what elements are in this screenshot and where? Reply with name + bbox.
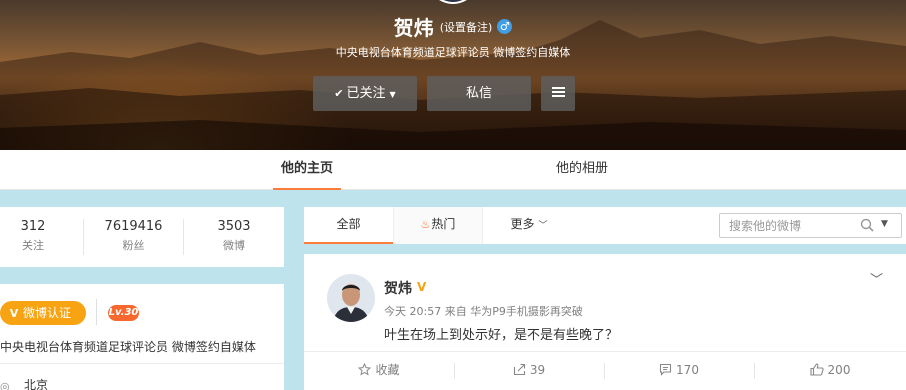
post-meta[interactable]: 今天 20:57 来自 华为P9手机摄影再突破 bbox=[384, 303, 583, 319]
stat-followers[interactable]: 7619416 粉丝 bbox=[84, 207, 183, 267]
chevron-down-icon: ﹀ bbox=[538, 221, 548, 231]
more-menu-button[interactable] bbox=[541, 76, 575, 111]
stat-followers-label: 粉丝 bbox=[122, 239, 145, 252]
like-button[interactable]: 200 bbox=[754, 352, 906, 390]
stat-followers-count: 7619416 bbox=[104, 219, 163, 234]
feed-filter-bar: 全部 ♨热门 更多﹀ ▼ bbox=[304, 207, 906, 244]
verified-v-icon: V bbox=[9, 307, 19, 320]
like-count: 200 bbox=[827, 363, 851, 377]
verified-label: 微博认证 bbox=[23, 306, 72, 320]
author-portrait-image bbox=[327, 274, 375, 322]
comment-icon bbox=[659, 363, 672, 376]
star-icon bbox=[358, 362, 372, 376]
stat-following[interactable]: 312 关注 bbox=[0, 207, 66, 267]
caret-down-icon: ▼ bbox=[389, 90, 396, 99]
search-icon[interactable] bbox=[860, 218, 874, 232]
filter-tab-more[interactable]: 更多 ﹀ bbox=[494, 207, 564, 244]
verified-description: 中央电视台体育频道足球评论员 微博签约自媒体 bbox=[0, 340, 256, 354]
profile-name: 贺炜 bbox=[393, 16, 434, 40]
check-icon: ✔ bbox=[334, 87, 344, 100]
location-icon: ◎ bbox=[0, 380, 10, 390]
post-menu-chevron-icon[interactable]: ﹀ bbox=[870, 269, 883, 288]
weibo-verified-badge[interactable]: V 微博认证 bbox=[0, 301, 86, 325]
tab-home[interactable]: 他的主页 bbox=[273, 150, 341, 190]
comment-button[interactable]: 170 bbox=[604, 352, 754, 390]
favorite-label: 收藏 bbox=[375, 363, 400, 377]
filter-tab-hot[interactable]: ♨热门 bbox=[393, 207, 483, 244]
filter-tab-all[interactable]: 全部 bbox=[304, 207, 393, 244]
info-separator bbox=[0, 363, 284, 364]
filter-tab-more-label: 更多 bbox=[510, 217, 535, 231]
feed-search-box: ▼ bbox=[719, 213, 902, 238]
profile-tab-bar: 他的主页 他的相册 bbox=[0, 150, 906, 190]
forward-icon bbox=[513, 363, 525, 375]
profile-stats: 312 关注 7619416 粉丝 3503 微博 bbox=[0, 207, 284, 267]
profile-cover: 贺炜 (设置备注) ♂ 中央电视台体育频道足球评论员 微博签约自媒体 ✔ 已关注 ▼ 私… bbox=[0, 0, 906, 150]
location-text: 北京 bbox=[24, 378, 49, 390]
forward-count: 39 bbox=[529, 363, 546, 377]
comment-count: 170 bbox=[676, 363, 699, 377]
profile-name-line: 贺炜 (设置备注) ♂ bbox=[0, 12, 906, 41]
stat-posts[interactable]: 3503 微博 bbox=[184, 207, 284, 267]
stat-following-count: 312 bbox=[20, 219, 46, 234]
hamburger-icon bbox=[551, 85, 565, 99]
verified-v-icon[interactable]: V bbox=[417, 280, 426, 294]
followed-label: 已关注 bbox=[346, 86, 386, 101]
male-gender-icon: ♂ bbox=[497, 19, 513, 34]
set-remark-link[interactable]: (设置备注) bbox=[440, 21, 493, 34]
post-author-avatar[interactable] bbox=[327, 274, 375, 322]
profile-info-box: V 微博认证 Lv.30 中央电视台体育频道足球评论员 微博签约自媒体 ◎ 北京 bbox=[0, 284, 284, 390]
stat-posts-label: 微博 bbox=[223, 239, 245, 252]
tab-album[interactable]: 他的相册 bbox=[548, 150, 616, 190]
flame-icon: ♨ bbox=[420, 218, 431, 231]
post-action-bar: 收藏 39 170 200 bbox=[304, 351, 906, 390]
user-level-badge[interactable]: Lv.30 bbox=[108, 305, 139, 321]
profile-intro: 中央电视台体育频道足球评论员 微博签约自媒体 bbox=[335, 46, 571, 59]
stat-posts-count: 3503 bbox=[217, 219, 251, 234]
thumbs-up-icon bbox=[809, 362, 824, 376]
message-button[interactable]: 私信 bbox=[427, 76, 531, 111]
feed-post: 贺炜 V 今天 20:57 来自 华为P9手机摄影再突破 叶生在场上到处示好，是… bbox=[304, 254, 906, 390]
search-options-caret-icon[interactable]: ▼ bbox=[881, 219, 888, 229]
info-divider bbox=[96, 299, 97, 325]
filter-tab-hot-label: 热门 bbox=[431, 217, 456, 231]
feed-search-input[interactable] bbox=[720, 214, 856, 237]
followed-button[interactable]: ✔ 已关注 ▼ bbox=[313, 76, 417, 111]
post-author-name[interactable]: 贺炜 bbox=[384, 278, 412, 298]
post-text: 叶生在场上到处示好，是不是有些晚了？ bbox=[384, 328, 619, 343]
stat-following-label: 关注 bbox=[22, 239, 44, 252]
favorite-button[interactable]: 收藏 bbox=[304, 352, 454, 390]
forward-button[interactable]: 39 bbox=[454, 352, 604, 390]
